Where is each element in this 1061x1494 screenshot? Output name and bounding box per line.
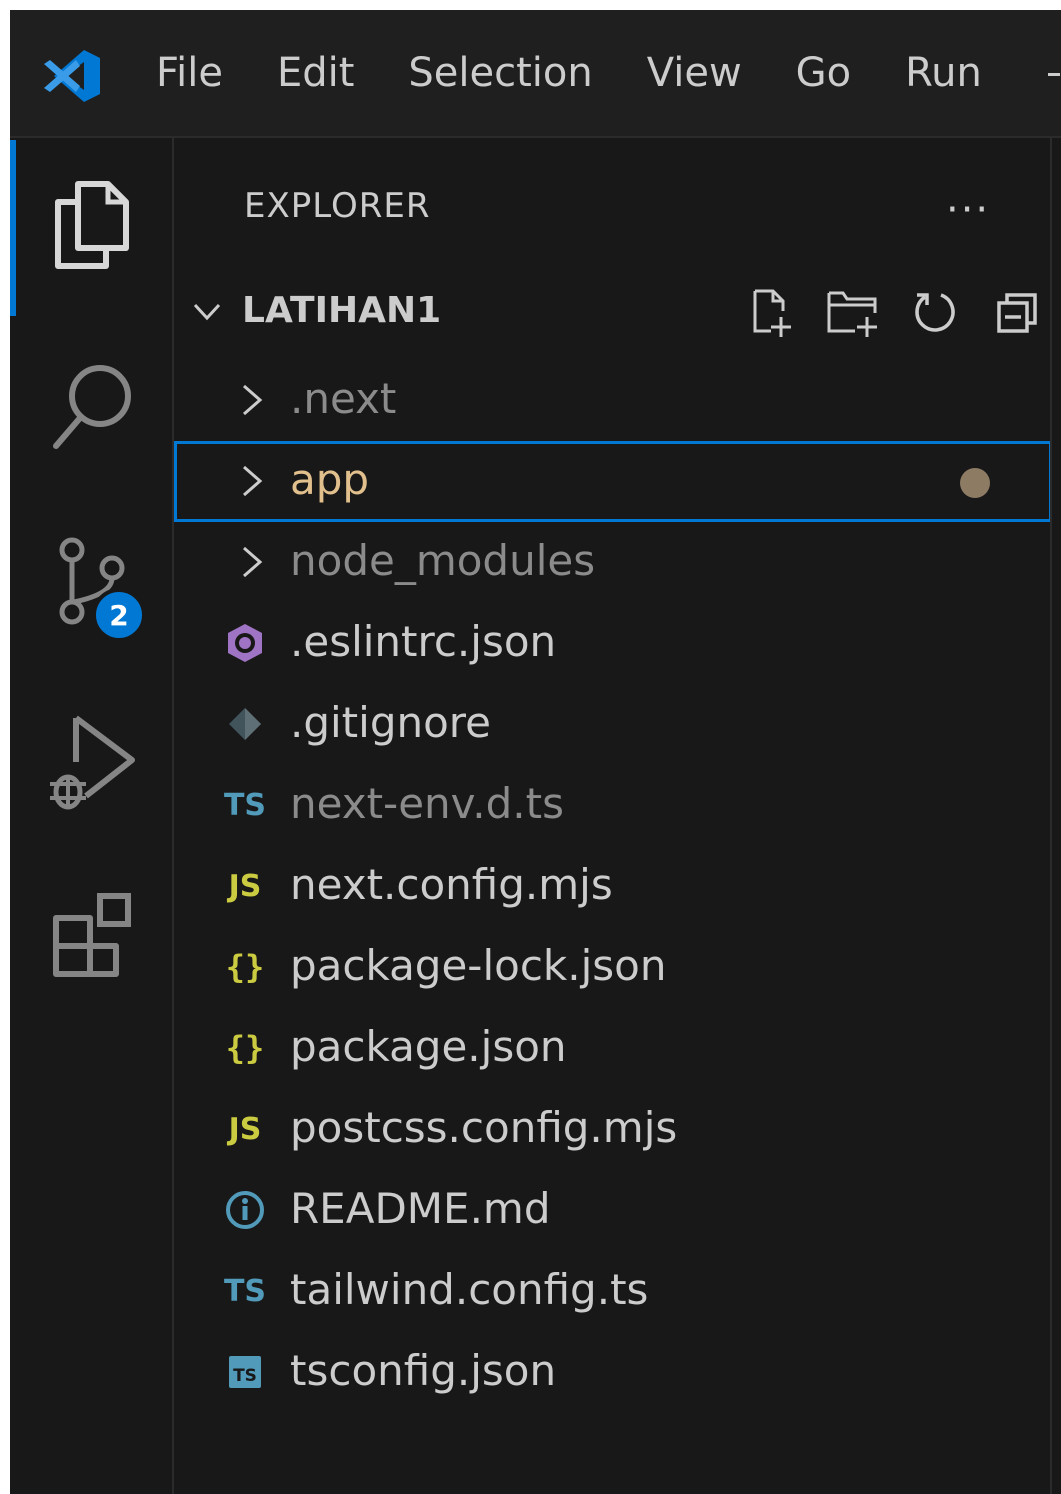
- section-actions: [730, 286, 1058, 340]
- collapse-all-icon: [997, 293, 1037, 333]
- sidebar-divider: [1050, 138, 1052, 1494]
- file-label: package-lock.json: [290, 941, 667, 990]
- file-label: next.config.mjs: [290, 860, 613, 909]
- tree-file-tsconfig[interactable]: TS tsconfig.json: [174, 1332, 1052, 1413]
- active-indicator: [10, 140, 16, 316]
- new-folder-button[interactable]: [812, 286, 894, 340]
- explorer-sidebar: EXPLORER ··· LATIHAN1 .next app node_mod…: [174, 138, 1052, 1494]
- folder-section-header[interactable]: LATIHAN1: [174, 274, 1052, 350]
- new-file-button[interactable]: [730, 286, 812, 340]
- file-label: package.json: [290, 1022, 567, 1071]
- typescript-icon: TS: [223, 1273, 267, 1309]
- file-label: next-env.d.ts: [290, 779, 564, 828]
- tsconfig-icon: TS: [220, 1348, 270, 1396]
- refresh-button[interactable]: [894, 286, 976, 340]
- collapse-all-button[interactable]: [976, 286, 1058, 340]
- tree-file-readme[interactable]: README.md: [174, 1170, 1052, 1251]
- info-icon: [220, 1186, 270, 1234]
- folder-label: app: [290, 455, 370, 504]
- file-tree: .next app node_modules .eslintrc.json .g…: [174, 360, 1052, 1413]
- git-icon: [220, 700, 270, 748]
- file-label: .eslintrc.json: [290, 617, 557, 666]
- javascript-icon: JS: [228, 868, 262, 904]
- extensions-icon[interactable]: [50, 890, 134, 978]
- tree-file-package-lock[interactable]: {} package-lock.json: [174, 927, 1052, 1008]
- file-label: README.md: [290, 1184, 551, 1233]
- new-folder-icon: [827, 291, 877, 337]
- modified-indicator: [960, 468, 990, 498]
- new-file-icon: [753, 289, 791, 337]
- file-label: tailwind.config.ts: [290, 1265, 649, 1314]
- vscode-logo-icon: [44, 50, 100, 102]
- menu-edit[interactable]: Edit: [277, 50, 354, 96]
- menu-run[interactable]: Run: [905, 50, 982, 96]
- tree-file-next-env[interactable]: TS next-env.d.ts: [174, 765, 1052, 846]
- chevron-down-icon: [193, 303, 221, 321]
- run-debug-icon[interactable]: [46, 712, 138, 816]
- menu-go[interactable]: Go: [796, 50, 851, 96]
- tree-file-eslintrc[interactable]: .eslintrc.json: [174, 603, 1052, 684]
- typescript-icon: TS: [223, 787, 267, 823]
- workspace-folder-title: LATIHAN1: [242, 290, 442, 331]
- source-control-badge: 2: [92, 588, 146, 642]
- javascript-icon: JS: [228, 1111, 262, 1147]
- tree-file-postcss-config[interactable]: JS postcss.config.mjs: [174, 1089, 1052, 1170]
- menu-overflow-icon[interactable]: [1048, 73, 1060, 76]
- chevron-right-icon: [243, 384, 263, 416]
- vscode-window: File Edit Selection View Go Run 2 EXPLOR…: [10, 10, 1061, 1494]
- eslint-icon: [220, 619, 270, 667]
- menu-file[interactable]: File: [156, 50, 223, 96]
- title-bar: File Edit Selection View Go Run: [10, 10, 1061, 138]
- file-label: postcss.config.mjs: [290, 1103, 678, 1152]
- explorer-icon[interactable]: [50, 178, 130, 270]
- tree-folder-node-modules[interactable]: node_modules: [174, 522, 1052, 603]
- file-label: tsconfig.json: [290, 1346, 557, 1395]
- json-icon: {}: [225, 1029, 265, 1067]
- explorer-title: EXPLORER: [244, 186, 431, 226]
- menu-bar: File Edit Selection View Go Run: [156, 10, 1036, 136]
- json-icon: {}: [225, 948, 265, 986]
- tree-folder-next[interactable]: .next: [174, 360, 1052, 441]
- search-icon[interactable]: [50, 360, 134, 452]
- tree-file-tailwind-config[interactable]: TS tailwind.config.ts: [174, 1251, 1052, 1332]
- tree-file-gitignore[interactable]: .gitignore: [174, 684, 1052, 765]
- more-actions-button[interactable]: ···: [946, 190, 990, 230]
- chevron-right-icon: [243, 465, 263, 497]
- activity-bar: 2: [10, 138, 174, 1494]
- folder-label: .next: [290, 374, 397, 423]
- menu-selection[interactable]: Selection: [408, 50, 592, 96]
- folder-label: node_modules: [290, 536, 596, 585]
- tree-file-package-json[interactable]: {} package.json: [174, 1008, 1052, 1089]
- tree-file-next-config[interactable]: JS next.config.mjs: [174, 846, 1052, 927]
- tree-folder-app[interactable]: app: [174, 441, 1052, 522]
- chevron-right-icon: [243, 546, 263, 578]
- refresh-icon: [915, 293, 955, 332]
- svg-text:TS: TS: [233, 1366, 257, 1386]
- file-label: .gitignore: [290, 698, 491, 747]
- menu-view[interactable]: View: [647, 50, 742, 96]
